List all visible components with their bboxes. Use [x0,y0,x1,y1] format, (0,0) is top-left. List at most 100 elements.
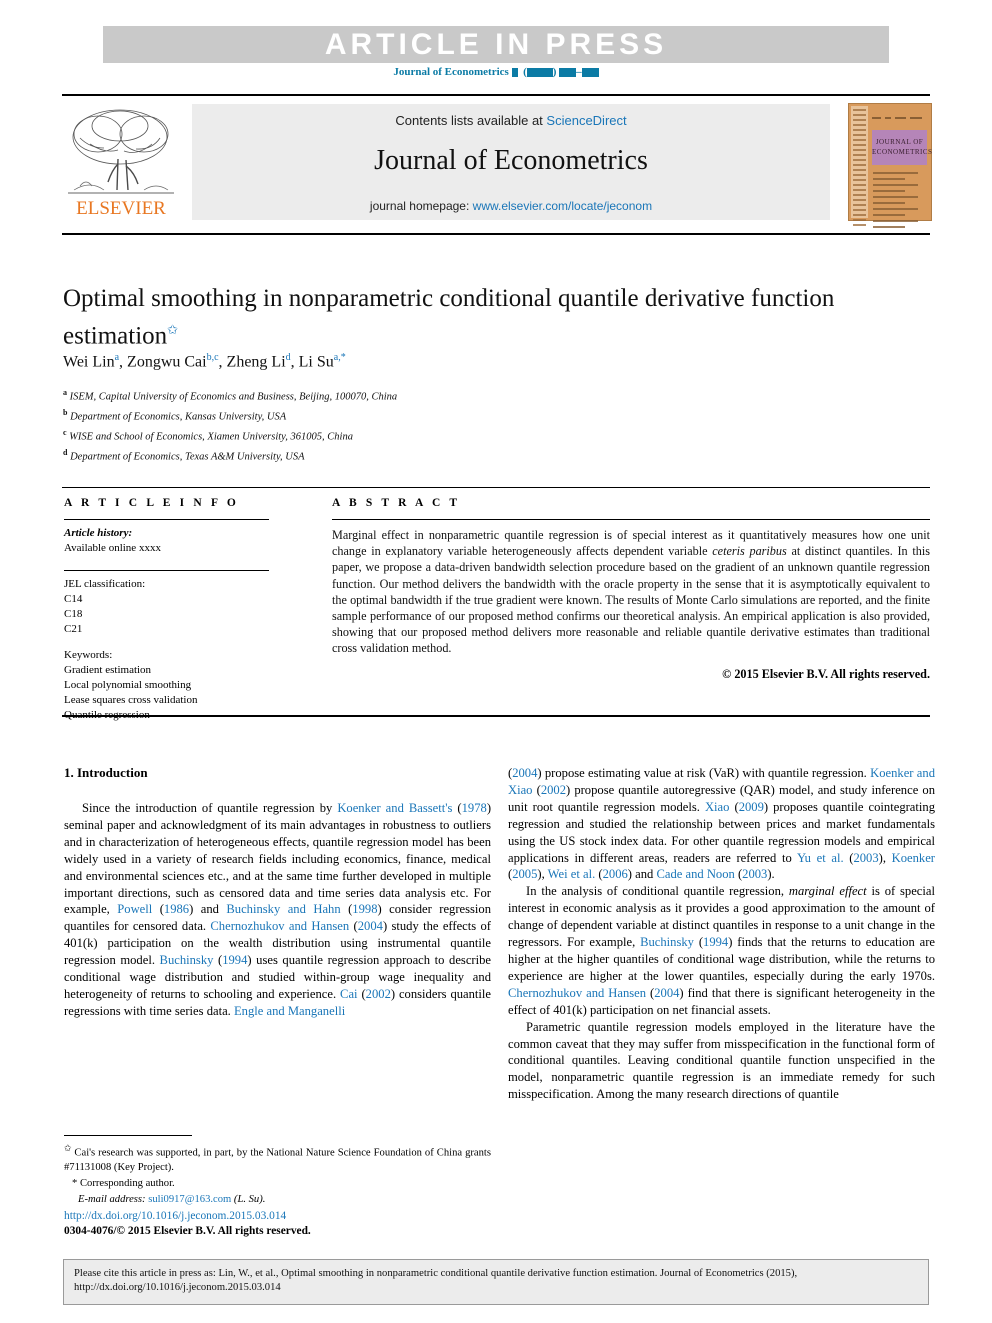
citation-link[interactable]: Cade and Noon [656,867,734,881]
citation-year-link[interactable]: 1978 [462,801,487,815]
citation-link[interactable]: Koenker and Bassett's [337,801,452,815]
paragraph: Since the introduction of quantile regre… [64,800,491,1020]
citation-link[interactable]: Yu et al. [797,851,844,865]
affiliation-marker: b [63,408,68,417]
cite-this-article-box: Please cite this article in press as: Li… [63,1259,929,1305]
keywords-block: Keywords: Gradient estimation Local poly… [64,648,279,723]
citation-year-link[interactable]: 2004 [512,766,537,780]
citation-year-link[interactable]: 2005 [512,867,537,881]
citation-year-link[interactable]: 1994 [222,953,247,967]
redacted-page-start [559,67,577,77]
affiliation-marker: c [63,428,67,437]
affiliation-marker: d [63,448,68,457]
cover-title-band: JOURNAL OF ECONOMETRICS [872,130,932,165]
citation-year-link[interactable]: 2006 [603,867,628,881]
citation-link[interactable]: Wei et al. [548,867,596,881]
citation-link[interactable]: Buchinsky [640,935,694,949]
citation-year-link[interactable]: 1998 [352,902,377,916]
citation-year-link[interactable]: 2003 [853,851,878,865]
journal-title: Journal of Econometrics [374,145,648,176]
email-owner: (L. Su). [233,1193,266,1205]
text-run: In the analysis of conditional quantile … [526,884,789,899]
cover-spine [851,106,868,226]
elsevier-wordmark: ELSEVIER [76,198,166,219]
redacted-volume [511,67,518,77]
sciencedirect-link[interactable]: ScienceDirect [546,113,626,128]
keyword-item: Lease squares cross validation [64,694,198,706]
affiliation-list: a ISEM, Capital University of Economics … [63,385,763,465]
cover-header-marks [872,109,927,123]
citation-year-link[interactable]: 2004 [358,919,383,933]
masthead-top-rule [62,94,930,96]
page-title: Optimal smoothing in nonparametric condi… [63,283,863,351]
text-run: ( [349,919,358,934]
text-run: ( [595,867,603,882]
keywords-label: Keywords: [64,649,113,661]
doi-link[interactable]: http://dx.doi.org/10.1016/j.jeconom.2015… [64,1209,491,1224]
text-run: ), [537,867,548,882]
paren-close: ) [552,66,557,78]
body-column-left: Since the introduction of quantile regre… [64,800,491,1020]
text-run: ) and [627,867,657,882]
cite-line-2: http://dx.doi.org/10.1016/j.jeconom.2015… [74,1282,281,1293]
journal-homepage-link[interactable]: www.elsevier.com/locate/jeconom [473,199,652,213]
jel-classification-block: JEL classification: C14 C18 C21 [64,577,279,637]
citation-link[interactable]: Cai [340,987,358,1001]
citation-link[interactable]: Engle and Manganelli [234,1004,345,1018]
article-in-press-label: ARTICLE IN PRESS [324,28,668,61]
email-link[interactable]: suli0917@163.com [148,1194,231,1205]
affiliation-item: b Department of Economics, Kansas Univer… [63,405,763,425]
citation-link[interactable]: Buchinsky and Hahn [226,902,340,916]
citation-year-link[interactable]: 2002 [541,783,566,797]
affiliation-text: Department of Economics, Kansas Universi… [70,411,287,423]
text-run: ( [693,935,704,950]
info-section-top-rule [62,487,930,488]
cover-contents-marks [873,172,926,228]
italic-phrase: marginal effect [788,884,867,899]
corresponding-author-marker: * [72,1177,78,1189]
citation-year-link[interactable]: 1986 [164,902,189,916]
text-run: ( [646,985,655,1000]
citation-link[interactable]: Buchinsky [160,953,214,967]
keyword-item: Local polynomial smoothing [64,679,192,691]
redacted-year [526,67,553,77]
text-run: ( [532,782,541,797]
footnote-marker: ✩ [64,1143,72,1153]
text-run: ( [843,850,854,865]
email-line: E-mail address: suli0917@163.com (L. Su)… [78,1193,491,1207]
text-run: ( [340,902,353,917]
jel-label: JEL classification: [64,578,146,590]
citation-link[interactable]: Koenker [892,851,935,865]
issn-copyright-line: 0304-4076/© 2015 Elsevier B.V. All right… [64,1224,311,1237]
paper-title-text: Optimal smoothing in nonparametric condi… [63,285,835,350]
paragraph: Parametric quantile regression models em… [508,1019,935,1102]
citation-year-link[interactable]: 2009 [739,800,764,814]
affiliation-text: Department of Economics, Texas A&M Unive… [70,451,305,463]
citation-link[interactable]: Chernozhukov and Hansen [210,919,349,933]
footnote-item: ✩ Cai's research was supported, in part,… [64,1141,491,1175]
citation-link[interactable]: Powell [117,902,152,916]
journal-cover-thumbnail: JOURNAL OF ECONOMETRICS [848,103,932,228]
article-history-value: Available online xxxx [64,542,161,554]
cite-this-article-text: Please cite this article in press as: Li… [74,1267,920,1295]
citation-year-link[interactable]: 2004 [654,986,679,1000]
text-run: ( [152,902,164,917]
footnote-item: * Corresponding author. [64,1177,491,1191]
text-run: ( [357,986,366,1001]
text-run: ) and [189,902,227,917]
affiliation-marker: a [63,388,67,397]
text-run: ( [452,801,462,815]
text-run: ( [729,799,739,814]
title-footnote-marker: ✩ [167,322,179,337]
info-section-bottom-rule [62,715,930,717]
jel-code: C18 [64,608,83,620]
jel-code: C21 [64,623,83,635]
affiliation-item: c WISE and School of Economics, Xiamen U… [63,425,763,445]
citation-year-link[interactable]: 2002 [366,987,391,1001]
article-history-label: Article history: [64,527,133,539]
citation-link[interactable]: Chernozhukov and Hansen [508,986,646,1000]
abstract-rule [332,519,930,520]
citation-year-link[interactable]: 1994 [703,935,728,949]
citation-link[interactable]: Xiao [705,800,729,814]
citation-year-link[interactable]: 2003 [742,867,767,881]
